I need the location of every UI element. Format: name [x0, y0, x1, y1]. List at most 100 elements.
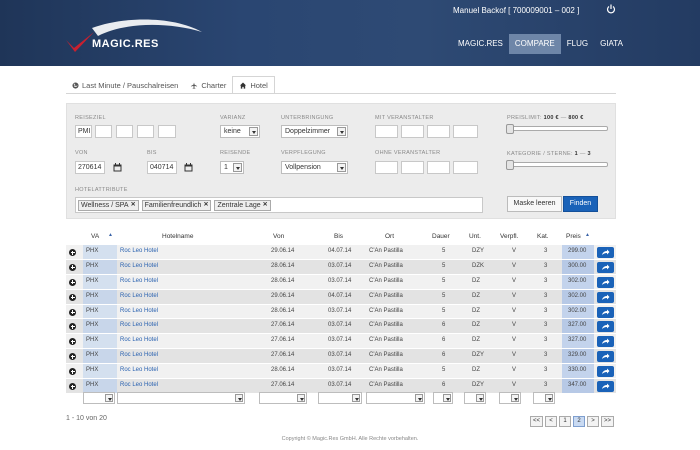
verpflegung-select[interactable]: Vollpension	[281, 161, 348, 174]
ohne-veranstalter-input-4[interactable]	[453, 161, 478, 174]
page-button[interactable]: 2	[573, 416, 586, 427]
preislimit-slider[interactable]	[506, 124, 608, 134]
col-von[interactable]: Von	[273, 233, 284, 240]
col-va[interactable]: VA	[91, 233, 99, 240]
expand-icon[interactable]	[69, 278, 76, 286]
filter-unt-select[interactable]	[464, 392, 486, 404]
page-button[interactable]: <<	[530, 416, 544, 427]
col-ort[interactable]: Ort	[385, 233, 394, 240]
col-dauer[interactable]: Dauer	[432, 233, 450, 240]
nav-compare[interactable]: COMPARE	[508, 34, 561, 54]
col-kat[interactable]: Kat.	[537, 233, 549, 240]
filter-verpfl-select[interactable]	[499, 392, 521, 404]
col-verpfl[interactable]: Verpfl.	[500, 233, 518, 240]
varianz-select[interactable]: keine	[220, 125, 260, 138]
sort-asc-icon[interactable]: ▲	[585, 232, 590, 238]
power-icon[interactable]	[606, 4, 616, 14]
expand-icon[interactable]	[69, 293, 76, 301]
expand-icon[interactable]	[69, 323, 76, 331]
preislimit-min-handle[interactable]	[506, 124, 514, 134]
unterbringung-select[interactable]: Doppelzimmer	[281, 125, 348, 138]
ohne-veranstalter-input-2[interactable]	[401, 161, 424, 174]
page-button[interactable]: <	[545, 416, 558, 427]
mit-veranstalter-input-4[interactable]	[453, 125, 478, 138]
close-icon[interactable]: ✕	[203, 201, 208, 210]
cell-hotel-link[interactable]: Roc Leo Hotel	[120, 278, 158, 284]
page-button[interactable]: 1	[559, 416, 572, 427]
filter-dauer-select[interactable]	[433, 392, 453, 404]
filter-hotelname-select[interactable]	[117, 392, 245, 404]
filter-ort-select[interactable]	[366, 392, 425, 404]
filter-kat-select[interactable]	[533, 392, 555, 404]
cell-hotel-link[interactable]: Roc Leo Hotel	[120, 367, 158, 373]
book-button[interactable]	[597, 321, 614, 333]
cell-hotel-link[interactable]: Roc Leo Hotel	[120, 293, 158, 299]
ohne-veranstalter-input-1[interactable]	[375, 161, 398, 174]
table-row[interactable]: PHX Roc Leo Hotel 27.06.14 03.07.14 C'An Pas…	[66, 349, 616, 365]
table-row[interactable]: PHX Roc Leo Hotel 28.06.14 03.07.14 C'An Pas…	[66, 259, 616, 275]
reiseziel-input-3[interactable]	[116, 125, 133, 138]
book-button[interactable]	[597, 247, 614, 258]
col-bis[interactable]: Bis	[334, 233, 343, 240]
page-button[interactable]: >>	[601, 416, 615, 427]
calendar-icon[interactable]	[184, 163, 193, 172]
cell-hotel-link[interactable]: Roc Leo Hotel	[120, 382, 158, 388]
cell-hotel-link[interactable]: Roc Leo Hotel	[120, 337, 158, 343]
table-row[interactable]: PHX Roc Leo Hotel 28.06.14 03.07.14 C'An Pas…	[66, 364, 616, 380]
kategorie-min-handle[interactable]	[506, 160, 514, 170]
sort-asc-icon[interactable]: ▲	[108, 232, 113, 238]
page-button[interactable]: >	[587, 416, 600, 427]
filter-va-select[interactable]	[83, 392, 115, 404]
cell-hotel-link[interactable]: Roc Leo Hotel	[120, 352, 158, 358]
tab-hotel[interactable]: Hotel	[232, 76, 275, 94]
find-button[interactable]: Finden	[563, 196, 598, 212]
filter-bis-select[interactable]	[318, 392, 362, 404]
table-row[interactable]: PHX Roc Leo Hotel 29.06.14 04.07.14 C'An Pas…	[66, 245, 616, 260]
close-icon[interactable]: ✕	[131, 201, 136, 210]
nav-flug[interactable]: FLUG	[561, 34, 594, 54]
cell-hotel-link[interactable]: Roc Leo Hotel	[120, 263, 158, 269]
book-button[interactable]	[597, 261, 614, 273]
book-button[interactable]	[597, 336, 614, 348]
von-date-input[interactable]: 270614	[75, 161, 105, 174]
nav-giata[interactable]: GIATA	[594, 34, 629, 54]
reiseziel-input-2[interactable]	[95, 125, 112, 138]
hotelattribute-input[interactable]: Wellness / SPA ✕ Familienfreundlich ✕ Zent…	[75, 197, 483, 213]
mit-veranstalter-input-2[interactable]	[401, 125, 424, 138]
tab-last-minute[interactable]: Last Minute / Pauschalreisen	[66, 76, 184, 94]
book-button[interactable]	[597, 351, 614, 363]
expand-icon[interactable]	[69, 308, 76, 316]
table-row[interactable]: PHX Roc Leo Hotel 28.06.14 03.07.14 C'An Pas…	[66, 304, 616, 320]
mit-veranstalter-input-3[interactable]	[427, 125, 450, 138]
tab-charter[interactable]: Charter	[184, 76, 232, 94]
reisende-select[interactable]: 1	[220, 161, 244, 174]
table-row[interactable]: PHX Roc Leo Hotel 27.06.14 03.07.14 C'An Pas…	[66, 319, 616, 335]
bis-date-input[interactable]: 040714	[147, 161, 177, 174]
col-preis[interactable]: Preis	[566, 233, 581, 240]
reiseziel-input-5[interactable]	[158, 125, 176, 138]
book-button[interactable]	[597, 291, 614, 303]
expand-icon[interactable]	[69, 249, 76, 256]
reiseziel-input-4[interactable]	[137, 125, 154, 138]
book-button[interactable]	[597, 276, 614, 288]
cell-hotel-link[interactable]: Roc Leo Hotel	[120, 308, 158, 314]
mit-veranstalter-input-1[interactable]	[375, 125, 398, 138]
ohne-veranstalter-input-3[interactable]	[427, 161, 450, 174]
calendar-icon[interactable]	[113, 163, 122, 172]
filter-von-select[interactable]	[259, 392, 307, 404]
clear-form-button[interactable]: Maske leeren	[507, 196, 562, 212]
table-row[interactable]: PHX Roc Leo Hotel 29.06.14 04.07.14 C'An Pas…	[66, 289, 616, 305]
expand-icon[interactable]	[69, 353, 76, 361]
cell-hotel-link[interactable]: Roc Leo Hotel	[120, 248, 158, 254]
book-button[interactable]	[597, 381, 614, 393]
cell-hotel-link[interactable]: Roc Leo Hotel	[120, 322, 158, 328]
book-button[interactable]	[597, 366, 614, 378]
expand-icon[interactable]	[69, 338, 76, 346]
table-row[interactable]: PHX Roc Leo Hotel 27.06.14 03.07.14 C'An Pas…	[66, 334, 616, 350]
col-unt[interactable]: Unt.	[469, 233, 481, 240]
reiseziel-input-1[interactable]: PMI	[75, 125, 92, 138]
col-hotelname[interactable]: Hotelname	[162, 233, 193, 240]
nav-magicres[interactable]: MAGIC.RES	[452, 34, 509, 54]
kategorie-slider[interactable]	[506, 160, 608, 170]
expand-icon[interactable]	[69, 263, 76, 271]
